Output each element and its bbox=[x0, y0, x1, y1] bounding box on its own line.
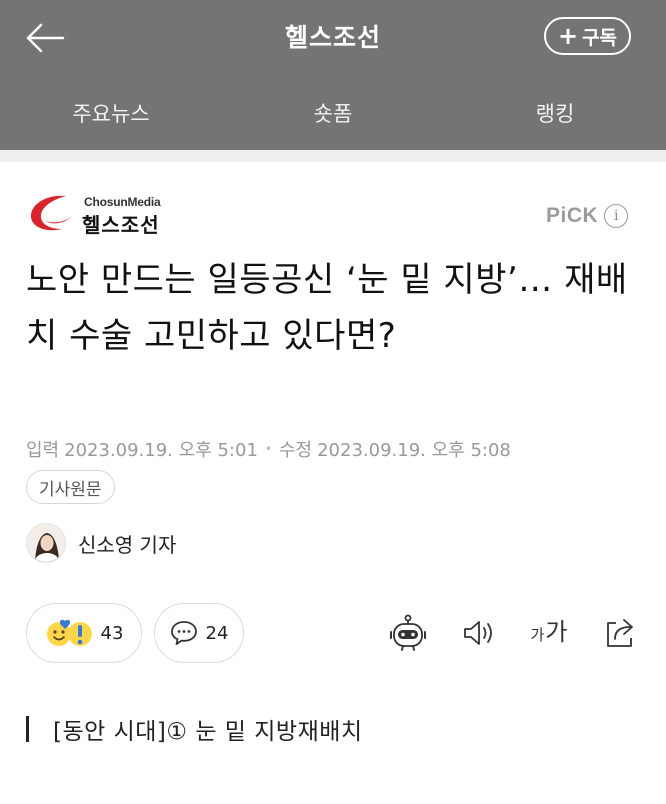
info-icon[interactable]: i bbox=[604, 204, 629, 228]
article-headline: 노안 만드는 일등공신 ‘눈 밑 지방’… 재배치 수술 고민하고 있다면? bbox=[26, 260, 628, 356]
tab-ranking[interactable]: 랭킹 bbox=[444, 86, 666, 142]
publisher-name-ko: 헬스조선 bbox=[82, 213, 160, 237]
plus-icon: + bbox=[557, 22, 579, 50]
reporter-info[interactable]: 신소영 기자 bbox=[26, 523, 176, 563]
reaction-emoji-icon bbox=[46, 619, 92, 646]
date-separator: • bbox=[264, 442, 272, 456]
comment-count: 24 bbox=[205, 622, 229, 644]
nav-tabs: 주요뉴스 숏폼 랭킹 bbox=[0, 86, 666, 142]
summary-bot-button[interactable] bbox=[388, 612, 428, 654]
top-bar: 헬스조선 + 구독 주요뉴스 숏폼 랭킹 bbox=[0, 0, 666, 150]
edit-date: 2023.09.19. 오후 5:08 bbox=[317, 440, 511, 461]
tab-main-news[interactable]: 주요뉴스 bbox=[0, 86, 222, 142]
comment-icon bbox=[170, 621, 197, 645]
reporter-name: 신소영 기자 bbox=[78, 532, 177, 557]
original-article-button[interactable]: 기사원문 bbox=[26, 470, 115, 504]
comment-button[interactable]: 24 bbox=[154, 603, 244, 663]
divider-strip bbox=[0, 150, 666, 162]
section-bar bbox=[26, 716, 29, 742]
input-label: 입력 bbox=[26, 440, 60, 461]
subscribe-label: 구독 bbox=[582, 26, 618, 49]
back-button[interactable] bbox=[20, 16, 70, 60]
share-button[interactable] bbox=[602, 612, 640, 654]
reaction-button[interactable]: 43 bbox=[26, 603, 142, 663]
reaction-count: 43 bbox=[100, 622, 124, 644]
robot-icon bbox=[390, 614, 426, 651]
section-title: [동안 시대]① 눈 밑 지방재배치 bbox=[53, 719, 363, 745]
font-size-small-label: 가 bbox=[530, 626, 545, 644]
listen-button[interactable] bbox=[460, 612, 498, 654]
font-size-button[interactable]: 가 가 bbox=[528, 612, 570, 654]
tab-shortform[interactable]: 숏폼 bbox=[222, 86, 444, 142]
speaker-icon bbox=[464, 621, 492, 645]
back-arrow-icon bbox=[26, 23, 65, 53]
font-size-large-label: 가 bbox=[545, 618, 568, 646]
section-heading: [동안 시대]① 눈 밑 지방재배치 bbox=[26, 712, 363, 746]
pick-badge: PiCK i bbox=[546, 204, 629, 228]
edit-label: 수정 bbox=[278, 440, 313, 461]
publisher-logo[interactable]: ChosunMedia 헬스조선 bbox=[26, 192, 186, 237]
share-icon bbox=[607, 619, 633, 647]
chosun-logo-icon bbox=[30, 195, 72, 231]
pick-label: PiCK bbox=[546, 204, 599, 227]
article-dates: 입력 2023.09.19. 오후 5:01 • 수정 2023.09.19. … bbox=[26, 436, 511, 462]
reporter-avatar bbox=[26, 523, 66, 563]
publisher-name-en: ChosunMedia bbox=[84, 195, 161, 209]
input-date: 2023.09.19. 오후 5:01 bbox=[64, 440, 258, 461]
subscribe-button[interactable]: + 구독 bbox=[544, 17, 631, 55]
